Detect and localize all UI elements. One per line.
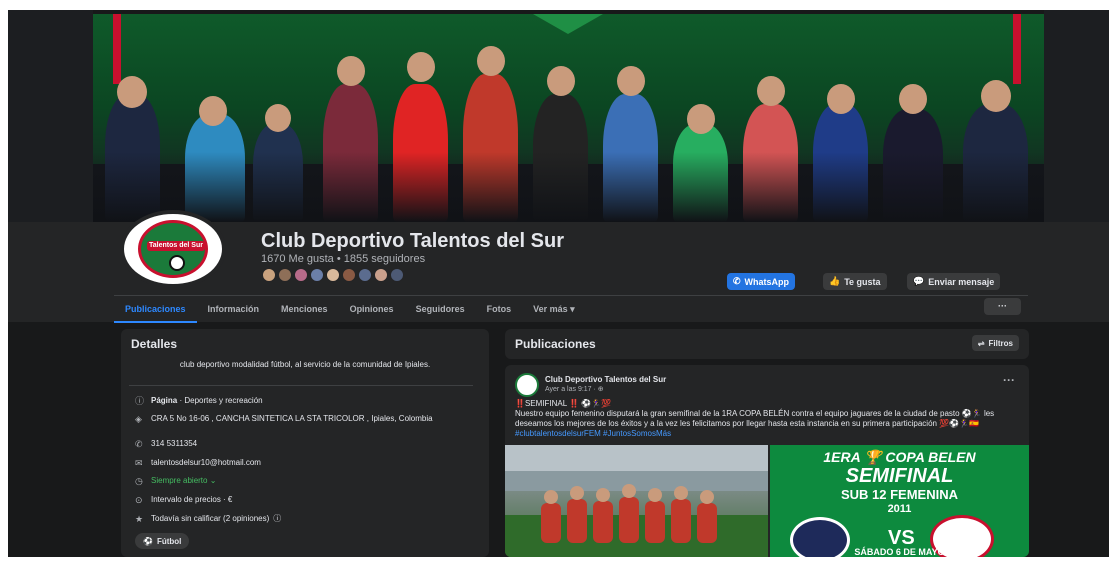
friend-avatar[interactable]	[374, 268, 388, 282]
whatsapp-icon: ✆	[733, 276, 741, 286]
send-message-label: Enviar mensaje	[928, 276, 995, 287]
cover-side-left	[8, 10, 93, 222]
poster-semifinal: SEMIFINAL	[845, 465, 954, 487]
tab-fotos[interactable]: Fotos	[476, 296, 523, 322]
details-card: Detalles club deportivo modalidad fútbol…	[121, 329, 489, 557]
address-row: ◈ CRA 5 No 16-06 , CANCHA SINTETICA LA S…	[135, 414, 475, 424]
posts-title: Publicaciones	[515, 337, 596, 351]
filter-icon: ⇌	[977, 338, 985, 348]
post-author-avatar[interactable]	[515, 373, 539, 397]
post-photo-team[interactable]	[505, 445, 768, 557]
poster-title: 1ERA 🏆 COPA BELEN	[823, 449, 976, 465]
hours-text[interactable]: Siempre abierto ⌄	[151, 476, 216, 486]
follower-avatars[interactable]	[262, 268, 406, 282]
info-circle-icon[interactable]: ⓘ	[273, 514, 281, 524]
whatsapp-label: WhatsApp	[744, 276, 790, 287]
price-text: Intervalo de precios · €	[151, 495, 233, 504]
post-card: Club Deportivo Talentos del Sur Ayer a l…	[505, 365, 1029, 557]
friend-avatar[interactable]	[294, 268, 308, 282]
page-bio: club deportivo modalidad fútbol, al serv…	[179, 360, 431, 369]
post-menu-button[interactable]: ···	[1003, 373, 1015, 387]
thumbs-up-icon: 👍	[829, 276, 841, 286]
tab-seguidores[interactable]: Seguidores	[405, 296, 476, 322]
send-message-button[interactable]: 💬 Enviar mensaje	[907, 273, 1001, 290]
clock-icon: ◷	[135, 476, 143, 486]
messenger-icon: 💬	[913, 276, 925, 286]
team-photo-illustration	[505, 445, 768, 557]
category-chip-label: Fútbol	[156, 536, 182, 546]
friend-avatar[interactable]	[358, 268, 372, 282]
post-photo-poster[interactable]: 1ERA 🏆 COPA BELEN SEMIFINAL SUB 12 FEMEN…	[770, 445, 1029, 557]
email-text[interactable]: talentosdelsur10@hotmail.com	[151, 458, 261, 468]
tab-opiniones[interactable]: Opiniones	[339, 296, 405, 322]
post-hashtags[interactable]: #clubtalentosdelsurFEM #JuntosSomosMás	[515, 429, 1015, 439]
soccer-ball-icon	[169, 255, 185, 271]
post-line-1: ‼️SEMIFINAL ‼️ ⚽🏃‍♀️💯	[515, 399, 612, 408]
poster-date: SÁBADO 6 DE MAYO	[854, 547, 945, 557]
logo-text: Talentos del Sur	[147, 241, 205, 251]
tab-informacion[interactable]: Información	[197, 296, 271, 322]
bio-divider	[129, 385, 473, 386]
filters-button[interactable]: ⇌ Filtros	[971, 335, 1019, 351]
email-row: ✉ talentosdelsur10@hotmail.com	[135, 458, 475, 468]
facebook-page: Talentos del Sur Club Deportivo Talentos…	[8, 10, 1109, 557]
whatsapp-button[interactable]: ✆ WhatsApp	[727, 273, 796, 290]
address-text[interactable]: CRA 5 No 16-06 , CANCHA SINTETICA LA STA…	[151, 414, 433, 424]
page-category: · Deportes y recreación	[177, 396, 263, 405]
tab-menciones[interactable]: Menciones	[270, 296, 339, 322]
friend-avatar[interactable]	[262, 268, 276, 282]
more-options-button[interactable]: ···	[984, 298, 1021, 315]
phone-text[interactable]: 314 5311354	[151, 439, 197, 449]
posts-header-card: Publicaciones ⇌ Filtros	[505, 329, 1029, 359]
cover-photo[interactable]	[93, 14, 1044, 222]
page-stats[interactable]: 1670 Me gusta • 1855 seguidores	[261, 253, 425, 265]
friend-avatar[interactable]	[390, 268, 404, 282]
category-chip[interactable]: ⚽ Fútbol	[135, 533, 190, 549]
post-timestamp[interactable]: Ayer a las 9:17 · ⊕	[545, 385, 604, 393]
soccer-icon: ⚽	[143, 536, 153, 546]
phone-row: ✆ 314 5311354	[135, 439, 475, 449]
tab-ver-mas[interactable]: Ver más ▾	[522, 296, 586, 322]
star-icon: ★	[135, 514, 144, 524]
email-icon: ✉	[135, 458, 143, 468]
rating-text: Todavía sin calificar (2 opiniones)	[151, 514, 270, 523]
profile-picture[interactable]: Talentos del Sur	[120, 210, 226, 288]
poster-category: SUB 12 FEMENINA	[840, 487, 959, 502]
cover-side-right	[1044, 10, 1109, 222]
friend-avatar[interactable]	[310, 268, 324, 282]
post-line-2: Nuestro equipo femenino disputará la gra…	[515, 409, 995, 428]
like-button[interactable]: 👍 Te gusta	[823, 273, 887, 290]
page-type-row: ⓘ Página · Deportes y recreación	[135, 396, 475, 406]
like-label: Te gusta	[844, 276, 881, 287]
hours-row: ◷ Siempre abierto ⌄	[135, 476, 475, 486]
page-tabs: Publicaciones Información Menciones Opin…	[114, 296, 1028, 323]
filters-label: Filtros	[988, 338, 1013, 348]
rating-row: ★ Todavía sin calificar (2 opiniones) ⓘ	[135, 514, 475, 524]
phone-icon: ✆	[135, 439, 143, 449]
location-icon: ◈	[135, 414, 142, 424]
tab-publicaciones[interactable]: Publicaciones	[114, 296, 197, 323]
info-icon: ⓘ	[135, 396, 145, 406]
details-title: Detalles	[131, 337, 178, 351]
page-type-label: Página	[151, 396, 178, 405]
friend-avatar[interactable]	[342, 268, 356, 282]
page-title: Club Deportivo Talentos del Sur	[261, 230, 564, 252]
post-author[interactable]: Club Deportivo Talentos del Sur	[545, 375, 666, 384]
friend-avatar[interactable]	[326, 268, 340, 282]
post-body: ‼️SEMIFINAL ‼️ ⚽🏃‍♀️💯 Nuestro equipo fem…	[515, 399, 1015, 439]
poster-year: 2011	[887, 503, 912, 515]
price-row: ⊙ Intervalo de precios · €	[135, 495, 475, 505]
friend-avatar[interactable]	[278, 268, 292, 282]
club-crest-logo: Talentos del Sur	[138, 220, 208, 278]
price-icon: ⊙	[135, 495, 143, 505]
